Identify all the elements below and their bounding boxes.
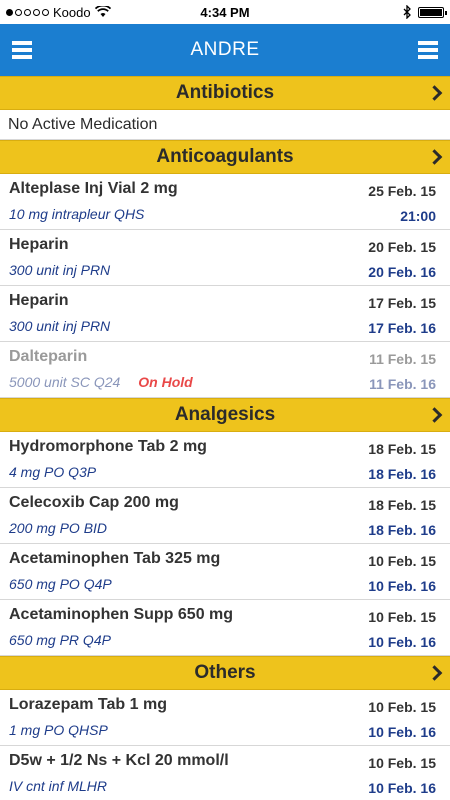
medication-dose: 4 mg PO Q3P: [9, 464, 97, 480]
section-title: Analgesics: [174, 404, 276, 425]
medication-start-date: 20 Feb. 15: [368, 239, 436, 255]
medication-dose: 650 mg PO Q4P: [9, 576, 112, 592]
hamburger-menu-icon: [417, 41, 438, 45]
medication-start-date: 10 Feb. 15: [368, 609, 436, 625]
status-bar: Koodo 4:34 PM: [0, 0, 450, 24]
medication-end-date: 10 Feb. 16: [368, 634, 436, 650]
medication-name: Lorazepam Tab 1 mg: [9, 696, 167, 713]
hamburger-menu-icon: [12, 41, 32, 45]
medication-start-date: 10 Feb. 15: [368, 699, 436, 715]
section-title: Antibiotics: [175, 82, 275, 103]
medication-start-date: 11 Feb. 15: [369, 351, 436, 367]
medication-end-date: 20 Feb. 16: [368, 264, 436, 280]
medication-name: Hydromorphone Tab 2 mg: [9, 438, 207, 455]
signal-dot: [42, 8, 49, 16]
medication-end-date: 10 Feb. 16: [368, 578, 436, 594]
medication-start-date: 10 Feb. 15: [368, 553, 436, 569]
section-title: Anticoagulants: [156, 146, 294, 167]
on-hold-badge: On Hold: [138, 374, 193, 390]
chevron-right-icon: [426, 665, 443, 681]
medication-row[interactable]: Heparin 300 unit inj PRN 17 Feb. 15 17 F…: [0, 286, 450, 342]
section-header-analgesics[interactable]: Analgesics: [0, 398, 450, 432]
medication-end-date: 10 Feb. 16: [368, 724, 436, 740]
medication-dose: 300 unit inj PRN: [9, 318, 111, 334]
status-left: Koodo: [6, 5, 111, 20]
medication-name: Acetaminophen Tab 325 mg: [9, 550, 221, 567]
medication-name: Acetaminophen Supp 650 mg: [9, 606, 234, 623]
medication-name: Dalteparin: [9, 348, 88, 365]
medication-name: Celecoxib Cap 200 mg: [9, 494, 179, 511]
medication-start-date: 10 Feb. 15: [368, 755, 436, 771]
medication-end-date: 21:00: [400, 208, 436, 224]
hamburger-menu-icon: [417, 48, 438, 52]
medication-dose-line: 5000 unit SC Q24 On Hold: [9, 374, 193, 390]
section-title: Others: [194, 662, 256, 683]
patient-name-title: ANDRE: [190, 39, 260, 60]
medication-row[interactable]: Acetaminophen Tab 325 mg 650 mg PO Q4P 1…: [0, 544, 450, 600]
chevron-right-icon: [426, 85, 443, 101]
hamburger-menu-icon: [417, 55, 438, 59]
medication-name: Heparin: [9, 236, 69, 253]
left-menu-button[interactable]: [12, 41, 32, 59]
section-header-anticoagulants[interactable]: Anticoagulants: [0, 140, 450, 174]
section-header-others[interactable]: Others: [0, 656, 450, 690]
hamburger-menu-icon: [12, 48, 32, 52]
medication-row-on-hold[interactable]: Dalteparin 5000 unit SC Q24 On Hold 11 Fe…: [0, 342, 450, 398]
medication-end-date: 11 Feb. 16: [369, 376, 436, 392]
medication-dose: IV cnt inf MLHR: [9, 778, 108, 794]
medication-end-date: 18 Feb. 16: [368, 522, 436, 538]
signal-dot: [6, 8, 13, 16]
empty-medication-message: No Active Medication: [0, 110, 450, 140]
medication-row[interactable]: Lorazepam Tab 1 mg 1 mg PO QHSP 10 Feb. …: [0, 690, 450, 746]
chevron-right-icon: [426, 149, 443, 165]
medication-name: Alteplase Inj Vial 2 mg: [9, 180, 178, 197]
medication-dose: 200 mg PO BID: [9, 520, 108, 536]
chevron-right-icon: [426, 407, 443, 423]
medication-start-date: 18 Feb. 15: [368, 441, 436, 457]
medication-row[interactable]: Celecoxib Cap 200 mg 200 mg PO BID 18 Fe…: [0, 488, 450, 544]
nav-bar: ANDRE: [0, 24, 450, 76]
medication-end-date: 18 Feb. 16: [368, 466, 436, 482]
medication-row[interactable]: Acetaminophen Supp 650 mg 650 mg PR Q4P …: [0, 600, 450, 656]
medication-dose: 650 mg PR Q4P: [9, 632, 111, 648]
signal-dot: [33, 8, 40, 16]
bluetooth-icon: [403, 5, 411, 19]
battery-icon: [418, 6, 447, 18]
medication-row[interactable]: D5w + 1/2 Ns + Kcl 20 mmol/l IV cnt inf …: [0, 746, 450, 800]
medication-dose: 10 mg intrapleur QHS: [9, 206, 145, 222]
medication-dose: 5000 unit SC Q24: [9, 374, 121, 390]
section-header-antibiotics[interactable]: Antibiotics: [0, 76, 450, 110]
signal-dot: [24, 8, 31, 16]
status-right: [403, 5, 447, 19]
medication-name: D5w + 1/2 Ns + Kcl 20 mmol/l: [9, 752, 229, 769]
medication-dose: 300 unit inj PRN: [9, 262, 111, 278]
medication-end-date: 17 Feb. 16: [368, 320, 436, 336]
wifi-icon: [94, 6, 111, 17]
medication-end-date: 10 Feb. 16: [368, 780, 436, 796]
medication-row[interactable]: Alteplase Inj Vial 2 mg 10 mg intrapleur…: [0, 174, 450, 230]
hamburger-menu-icon: [12, 55, 32, 59]
medication-name: Heparin: [9, 292, 69, 309]
medication-row[interactable]: Hydromorphone Tab 2 mg 4 mg PO Q3P 18 Fe…: [0, 432, 450, 488]
signal-strength-icon: [6, 8, 49, 16]
signal-dot: [15, 8, 22, 16]
right-menu-button[interactable]: [417, 41, 438, 59]
carrier-name: Koodo: [53, 4, 91, 20]
medication-start-date: 17 Feb. 15: [368, 295, 436, 311]
medication-row[interactable]: Heparin 300 unit inj PRN 20 Feb. 15 20 F…: [0, 230, 450, 286]
medication-start-date: 18 Feb. 15: [368, 497, 436, 513]
battery-fill: [420, 8, 442, 16]
medication-start-date: 25 Feb. 15: [368, 183, 436, 199]
medication-dose: 1 mg PO QHSP: [9, 722, 108, 738]
